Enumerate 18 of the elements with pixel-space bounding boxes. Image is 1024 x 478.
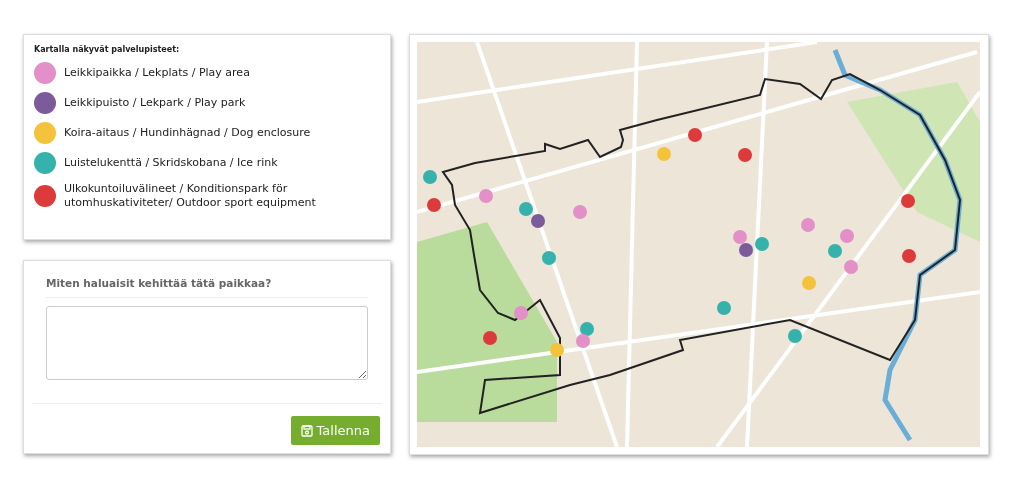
legend-label: Koira-aitaus / Hundinhägnad / Dog enclosure bbox=[64, 126, 311, 140]
map-pin[interactable] bbox=[688, 128, 702, 142]
map-pin[interactable] bbox=[514, 306, 528, 320]
legend-title: Kartalla näkyvät palvelupisteet: bbox=[34, 45, 181, 54]
question-label: Miten haluaisit kehittää tätä paikkaa? bbox=[46, 277, 368, 298]
legend-label: Luistelukenttä / Skridskobana / Ice rink bbox=[64, 156, 278, 170]
answer-box[interactable] bbox=[46, 306, 368, 380]
map-pin[interactable] bbox=[738, 148, 752, 162]
map-pin[interactable] bbox=[901, 194, 915, 208]
map-pin[interactable] bbox=[739, 243, 753, 257]
map-pin[interactable] bbox=[531, 214, 545, 228]
legend-label: Leikkipaikka / Lekplats / Play area bbox=[64, 66, 250, 80]
map-pin[interactable] bbox=[427, 198, 441, 212]
save-button[interactable]: Tallenna bbox=[290, 416, 380, 445]
map-pin[interactable] bbox=[483, 331, 497, 345]
legend-label: Leikkipuisto / Lekpark / Play park bbox=[64, 96, 246, 110]
map-pin[interactable] bbox=[902, 249, 916, 263]
legend-label: Ulkokuntoiluvälineet / Konditionspark för utomhuskativiteter/ Outdoor sport equipment bbox=[64, 182, 317, 210]
